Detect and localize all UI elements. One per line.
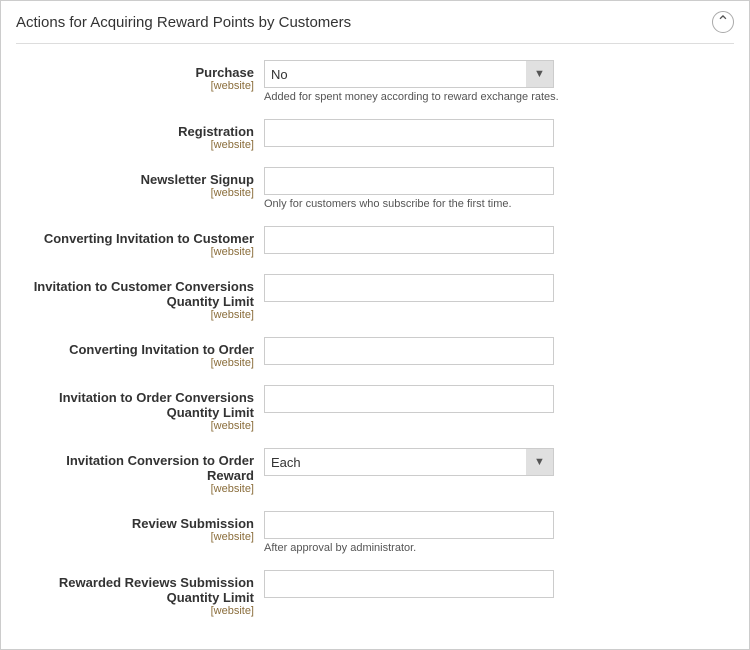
label-main-review_submission: Review Submission — [16, 516, 254, 531]
label-sub-purchase: [website] — [16, 80, 254, 92]
input-col-purchase: NoYes▼ Added for spent money according to… — [264, 60, 734, 103]
input-col-registration — [264, 119, 734, 147]
label-sub-converting_invitation_to_customer: [website] — [16, 246, 254, 258]
input-rewarded_reviews_submission_quantity_limit[interactable] — [264, 570, 554, 598]
form-row-invitation_conversion_to_order_reward: Invitation Conversion to Order Reward[we… — [16, 444, 734, 499]
form-row-converting_invitation_to_customer: Converting Invitation to Customer[websit… — [16, 222, 734, 262]
label-col-converting_invitation_to_order: Converting Invitation to Order[website] — [16, 337, 264, 369]
form-row-registration: Registration[website] — [16, 115, 734, 155]
select-purchase[interactable]: NoYes — [264, 60, 554, 88]
input-col-converting_invitation_to_order — [264, 337, 734, 365]
input-col-invitation_to_customer_conversions_quantity_limit — [264, 274, 734, 302]
form-row-invitation_to_customer_conversions_quantity_limit: Invitation to Customer Conversions Quant… — [16, 270, 734, 325]
label-main-purchase: Purchase — [16, 65, 254, 80]
hint-newsletter_signup: Only for customers who subscribe for the… — [264, 198, 734, 210]
label-sub-invitation_to_customer_conversions_quantity_limit: [website] — [16, 309, 254, 321]
input-review_submission[interactable] — [264, 511, 554, 539]
label-col-rewarded_reviews_submission_quantity_limit: Rewarded Reviews Submission Quantity Lim… — [16, 570, 264, 617]
page-container: Actions for Acquiring Reward Points by C… — [0, 0, 750, 650]
label-main-invitation_to_customer_conversions_quantity_limit: Invitation to Customer Conversions Quant… — [16, 279, 254, 309]
collapse-button[interactable]: ⌃ — [712, 11, 734, 33]
hint-purchase: Added for spent money according to rewar… — [264, 91, 734, 103]
input-converting_invitation_to_order[interactable] — [264, 337, 554, 365]
label-main-converting_invitation_to_customer: Converting Invitation to Customer — [16, 231, 254, 246]
label-col-invitation_to_order_conversions_quantity_limit: Invitation to Order Conversions Quantity… — [16, 385, 264, 432]
label-sub-converting_invitation_to_order: [website] — [16, 357, 254, 369]
select-invitation_conversion_to_order_reward[interactable]: EachFirstLast — [264, 448, 554, 476]
label-col-review_submission: Review Submission[website] — [16, 511, 264, 543]
input-converting_invitation_to_customer[interactable] — [264, 226, 554, 254]
label-col-newsletter_signup: Newsletter Signup[website] — [16, 167, 264, 199]
label-sub-rewarded_reviews_submission_quantity_limit: [website] — [16, 605, 254, 617]
input-invitation_to_customer_conversions_quantity_limit[interactable] — [264, 274, 554, 302]
label-main-newsletter_signup: Newsletter Signup — [16, 172, 254, 187]
input-invitation_to_order_conversions_quantity_limit[interactable] — [264, 385, 554, 413]
input-newsletter_signup[interactable] — [264, 167, 554, 195]
label-main-rewarded_reviews_submission_quantity_limit: Rewarded Reviews Submission Quantity Lim… — [16, 575, 254, 605]
form-row-rewarded_reviews_submission_quantity_limit: Rewarded Reviews Submission Quantity Lim… — [16, 566, 734, 621]
label-sub-invitation_to_order_conversions_quantity_limit: [website] — [16, 420, 254, 432]
label-col-registration: Registration[website] — [16, 119, 264, 151]
label-col-invitation_conversion_to_order_reward: Invitation Conversion to Order Reward[we… — [16, 448, 264, 495]
form-container: Purchase[website]NoYes▼Added for spent m… — [16, 56, 734, 621]
label-main-invitation_to_order_conversions_quantity_limit: Invitation to Order Conversions Quantity… — [16, 390, 254, 420]
input-col-converting_invitation_to_customer — [264, 226, 734, 254]
label-main-invitation_conversion_to_order_reward: Invitation Conversion to Order Reward — [16, 453, 254, 483]
input-registration[interactable] — [264, 119, 554, 147]
label-col-invitation_to_customer_conversions_quantity_limit: Invitation to Customer Conversions Quant… — [16, 274, 264, 321]
label-sub-registration: [website] — [16, 139, 254, 151]
label-sub-review_submission: [website] — [16, 531, 254, 543]
label-sub-invitation_conversion_to_order_reward: [website] — [16, 483, 254, 495]
input-col-rewarded_reviews_submission_quantity_limit — [264, 570, 734, 598]
label-main-converting_invitation_to_order: Converting Invitation to Order — [16, 342, 254, 357]
page-title: Actions for Acquiring Reward Points by C… — [16, 14, 351, 31]
hint-review_submission: After approval by administrator. — [264, 542, 734, 554]
form-row-review_submission: Review Submission[website]After approval… — [16, 507, 734, 558]
label-main-registration: Registration — [16, 124, 254, 139]
label-sub-newsletter_signup: [website] — [16, 187, 254, 199]
page-header: Actions for Acquiring Reward Points by C… — [16, 11, 734, 44]
form-row-newsletter_signup: Newsletter Signup[website]Only for custo… — [16, 163, 734, 214]
label-col-converting_invitation_to_customer: Converting Invitation to Customer[websit… — [16, 226, 264, 258]
label-col-purchase: Purchase[website] — [16, 60, 264, 92]
input-col-invitation_to_order_conversions_quantity_limit — [264, 385, 734, 413]
form-row-converting_invitation_to_order: Converting Invitation to Order[website] — [16, 333, 734, 373]
input-col-newsletter_signup: Only for customers who subscribe for the… — [264, 167, 734, 210]
input-col-review_submission: After approval by administrator. — [264, 511, 734, 554]
input-col-invitation_conversion_to_order_reward: EachFirstLast▼ — [264, 448, 734, 476]
select-wrapper-invitation_conversion_to_order_reward: EachFirstLast▼ — [264, 448, 554, 476]
select-wrapper-purchase: NoYes▼ — [264, 60, 554, 88]
form-row-purchase: Purchase[website]NoYes▼Added for spent m… — [16, 56, 734, 107]
form-row-invitation_to_order_conversions_quantity_limit: Invitation to Order Conversions Quantity… — [16, 381, 734, 436]
